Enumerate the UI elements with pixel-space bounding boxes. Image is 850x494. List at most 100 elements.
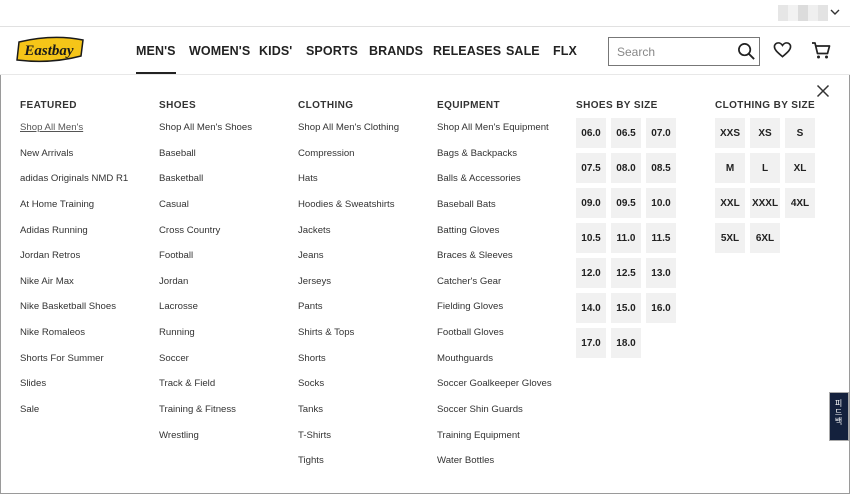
menu-link[interactable]: Casual [159,198,252,224]
menu-link[interactable]: Training & Fitness [159,403,252,429]
menu-link[interactable]: Jordan [159,275,252,301]
menu-link[interactable]: T-Shirts [298,429,399,455]
menu-link[interactable]: Baseball [159,147,252,173]
size-button[interactable]: XL [785,153,815,183]
size-button[interactable]: 15.0 [611,293,641,323]
menu-link[interactable]: Cross Country [159,224,252,250]
menu-link[interactable]: Hoodies & Sweatshirts [298,198,399,224]
menu-link[interactable]: Jerseys [298,275,399,301]
menu-link[interactable]: Jeans [298,249,399,275]
menu-link[interactable]: Water Bottles [437,454,552,480]
menu-link[interactable]: Wrestling [159,429,252,455]
menu-link[interactable]: Braces & Sleeves [437,249,552,275]
menu-link[interactable]: Adidas Running [20,224,128,250]
menu-link[interactable]: Nike Romaleos [20,326,128,352]
menu-link[interactable]: Bags & Backpacks [437,147,552,173]
menu-link[interactable]: Running [159,326,252,352]
feedback-tab[interactable]: 피드백 [829,392,849,441]
size-button[interactable]: 09.0 [576,188,606,218]
nav-mens[interactable]: MEN'S [136,44,176,74]
menu-link[interactable]: Pants [298,300,399,326]
menu-link[interactable]: Shop All Men's Shoes [159,121,252,147]
size-button[interactable]: 10.0 [646,188,676,218]
menu-link[interactable]: Catcher's Gear [437,275,552,301]
size-button[interactable]: 11.0 [611,223,641,253]
size-button[interactable]: M [715,153,745,183]
size-button[interactable]: 10.5 [576,223,606,253]
nav-sports[interactable]: SPORTS [306,44,358,58]
nav-sale[interactable]: SALE [506,44,540,58]
menu-link[interactable]: Shorts For Summer [20,352,128,378]
menu-link[interactable]: Shop All Men's [20,121,128,147]
search-input[interactable] [609,38,729,65]
cart-icon[interactable] [811,41,831,60]
size-button[interactable]: 06.5 [611,118,641,148]
size-button[interactable]: 07.5 [576,153,606,183]
menu-link[interactable]: Shop All Men's Equipment [437,121,552,147]
nav-brands[interactable]: BRANDS [369,44,423,58]
size-button[interactable]: 14.0 [576,293,606,323]
menu-link[interactable]: Sale [20,403,128,429]
size-button[interactable]: 16.0 [646,293,676,323]
nav-releases[interactable]: RELEASES [433,44,501,58]
nav-kids[interactable]: KIDS' [259,44,292,58]
size-button[interactable]: 08.5 [646,153,676,183]
size-button[interactable]: S [785,118,815,148]
chevron-down-icon[interactable] [829,6,841,18]
menu-link[interactable]: Soccer Goalkeeper Gloves [437,377,552,403]
menu-link[interactable]: Track & Field [159,377,252,403]
menu-link[interactable]: Nike Air Max [20,275,128,301]
menu-link[interactable]: Slides [20,377,128,403]
menu-link[interactable]: Baseball Bats [437,198,552,224]
menu-link[interactable]: New Arrivals [20,147,128,173]
menu-link[interactable]: Socks [298,377,399,403]
menu-link[interactable]: Hats [298,172,399,198]
menu-link[interactable]: Tanks [298,403,399,429]
menu-link[interactable]: Batting Gloves [437,224,552,250]
size-button[interactable]: 09.5 [611,188,641,218]
menu-link[interactable]: Soccer [159,352,252,378]
close-icon[interactable] [816,84,830,98]
menu-link[interactable]: Mouthguards [437,352,552,378]
menu-link[interactable]: At Home Training [20,198,128,224]
menu-link[interactable]: Shirts & Tops [298,326,399,352]
menu-link[interactable]: Balls & Accessories [437,172,552,198]
size-button[interactable]: 12.5 [611,258,641,288]
menu-link[interactable]: Football [159,249,252,275]
menu-link[interactable]: Lacrosse [159,300,252,326]
size-button[interactable]: 13.0 [646,258,676,288]
size-button[interactable]: 18.0 [611,328,641,358]
size-button[interactable]: XXL [715,188,745,218]
menu-link[interactable]: Jordan Retros [20,249,128,275]
menu-link[interactable]: Training Equipment [437,429,552,455]
menu-link[interactable]: Tights [298,454,399,480]
menu-link[interactable]: Football Gloves [437,326,552,352]
menu-link[interactable]: Fielding Gloves [437,300,552,326]
search-icon[interactable] [737,42,756,61]
size-button[interactable]: 11.5 [646,223,676,253]
size-button[interactable]: 07.0 [646,118,676,148]
size-button[interactable]: 08.0 [611,153,641,183]
size-button[interactable]: 4XL [785,188,815,218]
nav-flx[interactable]: FLX [553,44,577,58]
size-button[interactable]: 6XL [750,223,780,253]
account-name-blurred[interactable] [778,5,828,21]
size-button[interactable]: 06.0 [576,118,606,148]
menu-link[interactable]: Soccer Shin Guards [437,403,552,429]
menu-link[interactable]: Compression [298,147,399,173]
menu-link[interactable]: adidas Originals NMD R1 [20,172,128,198]
eastbay-logo[interactable]: Eastbay [13,34,87,66]
heart-icon[interactable] [773,41,792,59]
size-button[interactable]: XXXL [750,188,780,218]
size-button[interactable]: XS [750,118,780,148]
menu-link[interactable]: Basketball [159,172,252,198]
size-button[interactable]: L [750,153,780,183]
menu-link[interactable]: Jackets [298,224,399,250]
menu-link[interactable]: Shop All Men's Clothing [298,121,399,147]
nav-womens[interactable]: WOMEN'S [189,44,250,58]
size-button[interactable]: XXS [715,118,745,148]
size-button[interactable]: 12.0 [576,258,606,288]
menu-link[interactable]: Shorts [298,352,399,378]
size-button[interactable]: 5XL [715,223,745,253]
size-button[interactable]: 17.0 [576,328,606,358]
